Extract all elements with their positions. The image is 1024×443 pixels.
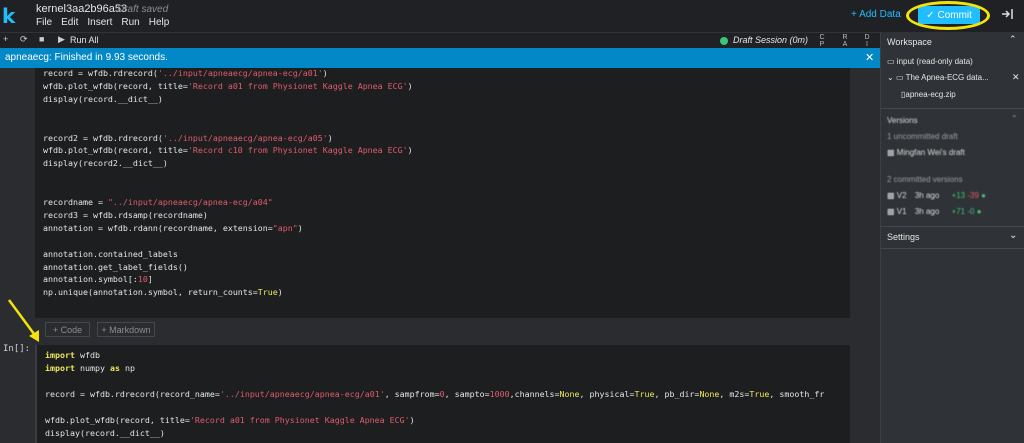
uncommitted-label: 1 uncommitted draft <box>887 132 958 141</box>
run-all-button[interactable]: Run All <box>70 35 99 45</box>
status-check-icon: ● <box>981 191 986 200</box>
avatar: ▩ <box>887 148 895 157</box>
workspace-title[interactable]: Workspace <box>887 37 932 47</box>
add-markdown-button[interactable]: + Markdown <box>97 322 155 337</box>
code-line[interactable]: record = wfdb.rdrecord(record_name='../i… <box>45 389 824 399</box>
session-status-icon <box>720 37 728 45</box>
commit-button[interactable]: ✓ Commit <box>918 6 980 24</box>
run-icon[interactable]: ▶ <box>58 34 65 45</box>
annotation-arrow-icon <box>5 296 45 351</box>
menu-file[interactable]: File <box>36 17 52 28</box>
code-line[interactable]: import numpy as np <box>45 363 135 373</box>
code-line[interactable]: record = wfdb.rdrecord('../input/apneaec… <box>43 68 328 78</box>
code-line[interactable]: np.unique(annotation.symbol, return_coun… <box>43 287 283 297</box>
code-line[interactable]: display(record2.__dict__) <box>43 158 168 168</box>
kernel-title[interactable]: kernel3aa2b96a53 <box>36 3 127 15</box>
commit-label: Commit <box>937 9 972 21</box>
add-code-button[interactable]: + Code <box>45 322 90 337</box>
menu-run[interactable]: Run <box>121 17 139 28</box>
folder-icon: ▭ <box>887 57 895 66</box>
file-item[interactable]: ▯apnea-ecg.zip <box>901 90 956 99</box>
draft-status: Draft saved <box>117 4 169 15</box>
code-line[interactable]: import wfdb <box>45 350 100 360</box>
menu-edit[interactable]: Edit <box>61 17 78 28</box>
settings-title[interactable]: Settings <box>887 232 920 242</box>
disk-meter: DIS <box>864 34 870 55</box>
code-line[interactable]: annotation = wfdb.rdann(recordname, exte… <box>43 223 303 233</box>
code-line[interactable]: wfdb.plot_wfdb(record, title='Record a01… <box>43 81 413 91</box>
code-line[interactable]: annotation.contained_labels <box>43 249 178 259</box>
add-data-button[interactable]: + Add Data <box>851 9 901 20</box>
folder-icon: ▭ <box>895 73 904 82</box>
code-line[interactable]: record3 = wfdb.rdsamp(recordname) <box>43 210 208 220</box>
restart-icon[interactable]: ⟳ <box>20 34 28 45</box>
committed-label: 2 committed versions <box>887 175 963 184</box>
code-line[interactable]: display(record.__dict__) <box>45 428 165 438</box>
close-icon[interactable]: ✕ <box>865 51 874 64</box>
code-line[interactable]: annotation.get_label_fields() <box>43 262 188 272</box>
add-cell-icon[interactable]: + <box>3 34 8 44</box>
chevron-down-icon: ⌄ <box>887 73 894 82</box>
dataset-item[interactable]: ⌄ ▭ The Apnea-ECG data... <box>887 73 989 82</box>
cpu-meter: CPU <box>819 34 825 55</box>
menu-help[interactable]: Help <box>149 17 170 28</box>
kaggle-logo[interactable]: k <box>2 4 16 28</box>
notebook-editor: record = wfdb.rdrecord('../input/apneaec… <box>0 68 880 443</box>
code-cell-1[interactable]: record = wfdb.rdrecord('../input/apneaec… <box>35 68 850 318</box>
collapse-icon[interactable]: ⌃ <box>1009 34 1017 45</box>
divider <box>881 108 1024 109</box>
code-line[interactable]: annotation.symbol[:10] <box>43 274 153 284</box>
chevron-down-icon[interactable]: ⌄ <box>1009 230 1017 241</box>
avatar: ▩ <box>887 191 895 200</box>
session-status[interactable]: Draft Session (0m) <box>733 35 808 45</box>
draft-item[interactable]: ▩ Mingfan Wei's draft <box>887 148 965 157</box>
status-check-icon: ● <box>976 207 982 216</box>
workspace-sidebar: Workspace ⌃ ▭ input (read-only data) ⌄ ▭… <box>880 32 1024 443</box>
ram-meter: RAM <box>842 34 848 55</box>
code-line[interactable]: display(record.__dict__) <box>43 94 163 104</box>
remove-dataset-icon[interactable]: ✕ <box>1012 72 1020 83</box>
code-line[interactable]: recordname = "../input/apneaecg/apnea-ec… <box>43 197 273 207</box>
version-row[interactable]: ▩ V2 3h ago +13 -39 ● <box>887 191 986 200</box>
code-line[interactable]: record2 = wfdb.rdrecord('../input/apneae… <box>43 133 333 143</box>
top-bar: k kernel3aa2b96a53 Draft saved File Edit… <box>0 0 1024 32</box>
divider <box>881 226 1024 227</box>
notification-text: apneaecg: Finished in 9.93 seconds. <box>5 52 168 63</box>
run-notification: apneaecg: Finished in 9.93 seconds. ✕ <box>0 48 880 68</box>
exit-editor-icon[interactable] <box>1000 7 1014 21</box>
version-row[interactable]: ▩ V1 3h ago +71 -0 ● <box>887 207 982 216</box>
code-cell-2[interactable]: import wfdb import numpy as np record = wf… <box>35 345 850 443</box>
check-icon: ✓ <box>926 9 935 21</box>
versions-title[interactable]: Versions <box>887 116 918 125</box>
divider <box>881 248 1024 249</box>
avatar: ▩ <box>887 207 895 216</box>
stop-icon[interactable]: ■ <box>39 34 44 44</box>
notebook-toolbar: + ⟳ ■ ▶ Run All Draft Session (0m) CPU R… <box>0 32 880 55</box>
code-line[interactable]: wfdb.plot_wfdb(record, title='Record c10… <box>43 145 413 155</box>
menu-bar: File Edit Insert Run Help <box>36 17 169 28</box>
code-line[interactable]: wfdb.plot_wfdb(record, title='Record a01… <box>45 415 415 425</box>
input-folder[interactable]: ▭ input (read-only data) <box>887 57 973 66</box>
kaggle-kernel-editor: k kernel3aa2b96a53 Draft saved File Edit… <box>0 0 1024 443</box>
menu-insert[interactable]: Insert <box>87 17 112 28</box>
chevron-up-icon[interactable]: ⌃ <box>1011 114 1018 123</box>
